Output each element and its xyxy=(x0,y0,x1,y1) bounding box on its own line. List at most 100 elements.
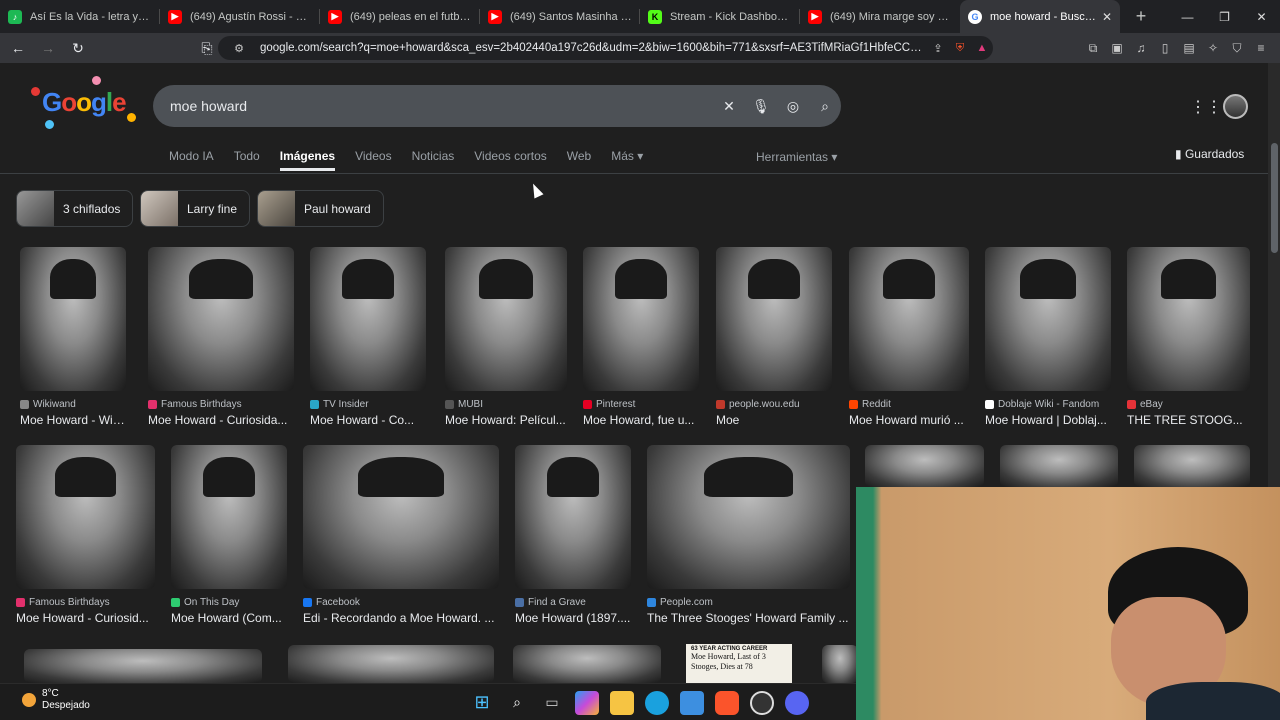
scrollbar-thumb[interactable] xyxy=(1271,143,1278,253)
result-caption[interactable]: Moe Howard, fue u... xyxy=(583,413,699,427)
image-result[interactable]: Pinterest Moe Howard, fue u... xyxy=(583,247,699,431)
extension-icon[interactable]: ⧉ xyxy=(1084,41,1102,56)
tab-videos-cortos[interactable]: Videos cortos xyxy=(474,149,547,171)
browser-tab[interactable]: ▶ (649) Santos Masinha - YouT xyxy=(480,0,640,33)
brave-rewards-icon[interactable]: ▲ xyxy=(971,42,993,54)
search-icon[interactable]: ⌕ xyxy=(809,98,841,115)
image-result[interactable]: People.com The Three Stooges' Howard Fami… xyxy=(647,445,850,629)
result-thumbnail[interactable] xyxy=(1134,445,1250,487)
avatar[interactable] xyxy=(1223,94,1248,119)
image-result[interactable]: TV Insider Moe Howard - Co... xyxy=(310,247,426,431)
result-source[interactable]: Doblaje Wiki - Fandom xyxy=(985,399,1099,410)
result-caption[interactable]: Moe Howard | Doblaj... xyxy=(985,413,1111,427)
result-source[interactable]: Famous Birthdays xyxy=(148,399,242,410)
related-chip[interactable]: Larry fine xyxy=(140,190,251,227)
search-box[interactable]: moe howard ✕ 🎙 ◎ ⌕ xyxy=(153,85,841,127)
result-thumbnail[interactable] xyxy=(822,645,858,683)
tab-web[interactable]: Web xyxy=(567,149,591,171)
result-thumbnail[interactable] xyxy=(20,247,126,391)
google-logo[interactable]: Google xyxy=(42,87,127,118)
result-source[interactable]: On This Day xyxy=(171,597,239,608)
tab-noticias[interactable]: Noticias xyxy=(412,149,455,171)
result-caption[interactable]: Moe xyxy=(716,413,832,427)
lens-icon[interactable]: ◎ xyxy=(777,98,809,115)
tab-imagenes[interactable]: Imágenes xyxy=(279,149,336,171)
result-source[interactable]: Facebook xyxy=(303,597,360,608)
result-thumbnail[interactable] xyxy=(849,247,969,391)
browser-tab[interactable]: ▶ (649) Agustín Rossi - Por Mi xyxy=(160,0,320,33)
result-caption[interactable]: Edi - Recordando a Moe Howard. ... xyxy=(303,611,499,625)
result-thumbnail[interactable] xyxy=(445,247,567,391)
bookmark-icon[interactable]: ⎘ xyxy=(195,40,219,57)
result-source[interactable]: MUBI xyxy=(445,399,483,410)
image-result[interactable]: eBay THE TREE STOOG... xyxy=(1127,247,1250,431)
file-explorer-icon[interactable] xyxy=(610,690,634,715)
result-caption[interactable]: Moe Howard - Curiosid... xyxy=(16,611,155,625)
menu-icon[interactable]: ≡ xyxy=(1252,41,1270,55)
media-icon[interactable]: ♫ xyxy=(1132,41,1150,55)
result-caption[interactable]: The Three Stooges' Howard Family ... xyxy=(647,611,850,625)
brave-icon[interactable] xyxy=(715,690,739,715)
image-result[interactable]: MUBI Moe Howard: Películ... xyxy=(445,247,567,431)
result-source[interactable]: Famous Birthdays xyxy=(16,597,110,608)
clear-icon[interactable]: ✕ xyxy=(713,98,745,115)
tab-modo-ia[interactable]: Modo IA xyxy=(169,149,214,171)
result-thumbnail[interactable] xyxy=(583,247,699,391)
result-thumbnail[interactable] xyxy=(985,247,1111,391)
saved-button[interactable]: ▮ Guardados xyxy=(1175,147,1244,161)
copilot-icon[interactable] xyxy=(575,690,599,715)
tab-videos[interactable]: Videos xyxy=(355,149,391,171)
wallet-icon[interactable]: ▤ xyxy=(1180,41,1198,55)
result-caption[interactable]: Moe Howard - Curiosida... xyxy=(148,413,294,427)
tab-todo[interactable]: Todo xyxy=(234,149,260,171)
search-input[interactable]: moe howard xyxy=(170,98,713,114)
result-thumbnail[interactable] xyxy=(288,645,494,683)
result-source[interactable]: people.wou.edu xyxy=(716,399,800,410)
image-result[interactable]: Facebook Edi - Recordando a Moe Howard. .… xyxy=(303,445,499,629)
browser-tab[interactable]: ▶ (649) peleas en el futbol - Y xyxy=(320,0,480,33)
image-result[interactable]: Wikiwand Moe Howard - Wiki... xyxy=(20,247,126,431)
browser-tab-active[interactable]: Gmoe howard - Buscar c ✕ xyxy=(960,0,1120,33)
image-result[interactable]: Famous Birthdays Moe Howard - Curiosid... xyxy=(16,445,155,629)
minimize-icon[interactable]: — xyxy=(1169,0,1206,33)
obs-icon[interactable] xyxy=(750,690,774,715)
leo-icon[interactable]: ✧ xyxy=(1204,41,1222,55)
share-icon[interactable]: ⇪ xyxy=(927,42,949,55)
result-thumbnail[interactable] xyxy=(1000,445,1118,487)
result-source[interactable]: Wikiwand xyxy=(20,399,76,410)
result-source[interactable]: Reddit xyxy=(849,399,891,410)
result-thumbnail[interactable] xyxy=(513,645,661,683)
browser-tab[interactable]: K Stream - Kick Dashboard xyxy=(640,0,800,33)
close-tab-icon[interactable]: ✕ xyxy=(1102,10,1112,24)
microphone-icon[interactable]: 🎙 xyxy=(745,98,777,115)
address-bar[interactable]: ⚙ google.com/search?q=moe+howard&sca_esv… xyxy=(218,36,993,60)
result-thumbnail[interactable] xyxy=(303,445,499,589)
site-info-icon[interactable]: ⚙ xyxy=(228,42,250,55)
result-source[interactable]: Pinterest xyxy=(583,399,635,410)
store-icon[interactable] xyxy=(680,690,704,715)
result-source[interactable]: TV Insider xyxy=(310,399,369,410)
result-thumbnail[interactable] xyxy=(171,445,287,589)
tab-mas[interactable]: Más ▾ xyxy=(611,149,643,171)
image-result[interactable]: Famous Birthdays Moe Howard - Curiosida..… xyxy=(148,247,294,431)
result-thumbnail[interactable] xyxy=(716,247,832,391)
brave-shield-icon[interactable]: ⛨ xyxy=(949,42,971,55)
result-thumbnail[interactable] xyxy=(1127,247,1250,391)
discord-icon[interactable] xyxy=(785,690,809,715)
image-result[interactable]: people.wou.edu Moe xyxy=(716,247,832,431)
forward-icon[interactable]: → xyxy=(36,40,60,56)
image-result[interactable]: Doblaje Wiki - Fandom Moe Howard | Doblaj… xyxy=(985,247,1111,431)
reload-icon[interactable]: ↻ xyxy=(66,40,90,57)
result-thumbnail[interactable] xyxy=(24,649,262,683)
result-thumbnail[interactable] xyxy=(647,445,850,589)
result-thumbnail[interactable] xyxy=(310,247,426,391)
result-caption[interactable]: THE TREE STOOG... xyxy=(1127,413,1250,427)
result-thumbnail[interactable] xyxy=(148,247,294,391)
result-caption[interactable]: Moe Howard (1897.... xyxy=(515,611,631,625)
result-thumbnail[interactable] xyxy=(515,445,631,589)
image-result[interactable]: Reddit Moe Howard murió ... xyxy=(849,247,969,431)
sidebar-icon[interactable]: ▯ xyxy=(1156,41,1174,55)
new-tab-icon[interactable]: + xyxy=(1126,6,1156,27)
result-source[interactable]: Find a Grave xyxy=(515,597,586,608)
back-icon[interactable]: ← xyxy=(6,40,30,56)
